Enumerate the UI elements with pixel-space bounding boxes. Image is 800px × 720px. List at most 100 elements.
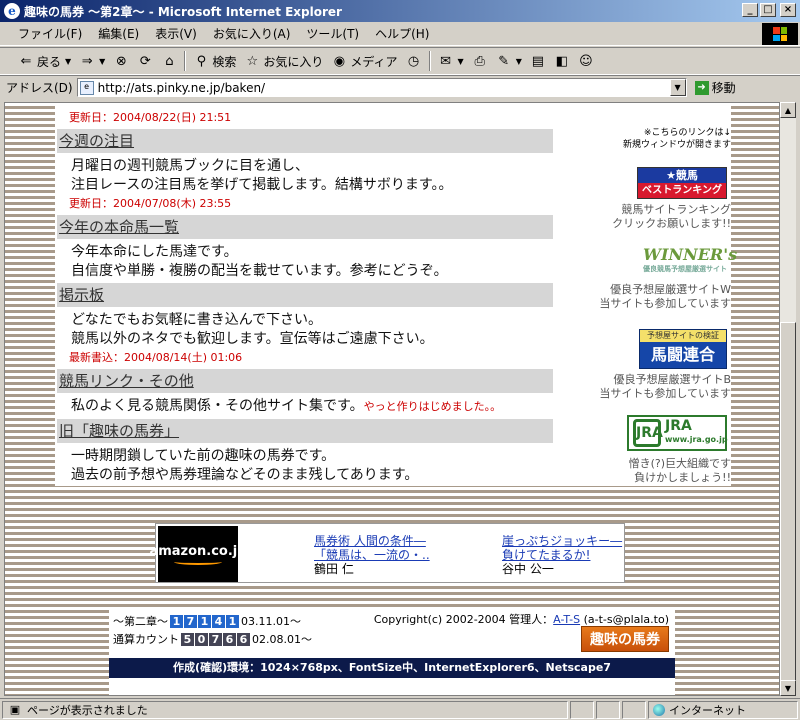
window-title: 趣味の馬券 ～第2章～ - Microsoft Internet Explore… — [24, 4, 342, 19]
print-icon: ⎙ — [474, 53, 485, 69]
print-button[interactable]: ⎙ — [468, 49, 492, 73]
section-bbs-link[interactable]: 掲示板 — [57, 283, 553, 307]
admin-link[interactable]: A-T-S — [553, 613, 580, 626]
favorites-button[interactable]: ☆ お気に入り — [240, 49, 327, 73]
section-text-main: 私のよく見る競馬関係・その他サイト集です。 — [71, 398, 364, 414]
stop-icon: ⊗ — [115, 53, 127, 69]
forward-arrow-icon: ⇒ — [81, 53, 93, 69]
new-window-note: ※こちらのリンクは↓ 新規ウィンドウが開きます — [622, 128, 731, 150]
search-button[interactable]: ⚲ 検索 — [189, 49, 240, 73]
media-button[interactable]: ◉ メディア — [327, 49, 401, 73]
minimize-button[interactable]: _ — [742, 3, 758, 17]
admin-email: (a-t-s@plala.to) — [583, 613, 669, 626]
refresh-button[interactable]: ⟳ — [133, 49, 157, 73]
section-text: 競馬以外のネタでも歓迎します。宣伝等はご遠慮下さい。 — [71, 331, 434, 347]
section-links-link[interactable]: 競馬リンク・その他 — [57, 369, 553, 393]
toolbar: ⇐ 戻る ▼ ⇒ ▼ ⊗ ⟳ ⌂ ⚲ 検索 ☆ お気に入り ◉ メディア ◷ ✉… — [0, 47, 800, 75]
ranking-caption: 競馬サイトランキング クリックお願いします!! — [612, 203, 731, 230]
section-text: どなたでもお気軽に書き込んで下さい。 — [71, 312, 323, 328]
back-dropdown-icon[interactable]: ▼ — [65, 57, 71, 66]
winners-banner[interactable]: WINNER's 優良競馬予想屋厳選サイト — [643, 245, 737, 279]
updated-date: 更新日：2004/07/08(木) 23:55 — [69, 197, 232, 210]
bato-rengo-banner[interactable]: 予想屋サイトの検証 馬闘連合 — [639, 329, 727, 369]
updated-date: 更新日：2004/08/22(日) 21:51 — [69, 111, 232, 124]
book-link[interactable]: 崖っぷちジョッキー― — [502, 534, 622, 548]
back-button[interactable]: ⇐ 戻る ▼ — [14, 49, 75, 73]
window-titlebar: e 趣味の馬券 ～第2章～ - Microsoft Internet Explo… — [0, 0, 800, 22]
history-icon: ◷ — [407, 53, 420, 69]
main-content: 更新日：2004/08/22(日) 21:51 今週の注目 月曜日の週刊競馬ブッ… — [55, 103, 737, 486]
amazon-logo[interactable]: amazon.co.jp — [149, 526, 247, 582]
address-bar: アドレス(D) e http://ats.pinky.ne.jp/baken/ … — [0, 75, 800, 99]
edit-dropdown-icon[interactable]: ▼ — [516, 57, 522, 66]
go-arrow-icon: ➜ — [694, 80, 709, 95]
toolbar-separator — [428, 51, 431, 71]
book-link[interactable]: 馬券術 人間の条件― — [314, 534, 430, 548]
access-counter: 17141 — [170, 614, 239, 628]
copyright: Copyright(c) 2002-2004 管理人：A-T-S (a-t-s@… — [373, 613, 669, 626]
page-viewport: 更新日：2004/08/22(日) 21:51 今週の注目 月曜日の週刊競馬ブッ… — [4, 102, 780, 696]
section-old-site-link[interactable]: 旧「趣味の馬券」 — [57, 419, 553, 443]
total-counter: 50766 — [181, 632, 250, 646]
forward-dropdown-icon[interactable]: ▼ — [99, 57, 105, 66]
section-text: 月曜日の週刊競馬ブックに目を通し、 — [71, 158, 309, 174]
section-favorites-list-link[interactable]: 今年の本命馬一覧 — [57, 215, 553, 239]
messenger-icon: ☺ — [579, 53, 593, 69]
site-logo-banner[interactable]: 趣味の馬券 — [581, 626, 669, 652]
menu-help[interactable]: ヘルプ(H) — [367, 25, 437, 42]
menu-favorites[interactable]: お気に入り(A) — [205, 25, 299, 42]
favorites-icon: ☆ — [246, 53, 259, 69]
winners-caption: 優良予想屋厳選サイトW 当サイトも参加しています — [599, 283, 731, 310]
scroll-down-icon[interactable]: ▼ — [780, 680, 796, 696]
ie-icon: e — [4, 3, 20, 19]
menu-view[interactable]: 表示(V) — [147, 25, 205, 42]
media-label: メディア — [350, 54, 398, 69]
book-link[interactable]: 負けてたまるか! — [502, 548, 622, 562]
section-text: 過去の前予想や馬券理論などそのまま残してあります。 — [71, 467, 419, 483]
book-link[interactable]: 「競馬は、一流の・.. — [314, 548, 430, 562]
amazon-smile-icon — [174, 559, 222, 565]
status-cell — [622, 700, 646, 719]
menu-file[interactable]: ファイル(F) — [10, 25, 90, 42]
scroll-up-icon[interactable]: ▲ — [780, 102, 796, 118]
history-button[interactable]: ◷ — [402, 49, 426, 73]
section-weekly-attention-link[interactable]: 今週の注目 — [57, 129, 553, 153]
section-text: 今年本命にした馬達です。 — [71, 244, 238, 260]
security-zone: インターネット — [648, 700, 798, 719]
page-icon: e — [79, 80, 94, 95]
discuss-button[interactable]: ▤ — [526, 49, 550, 73]
forward-button[interactable]: ⇒ ▼ — [75, 49, 109, 73]
research-button[interactable]: ◧ — [550, 49, 574, 73]
edit-button[interactable]: ✎ ▼ — [492, 49, 526, 73]
page-footer: ～第二章～ 17141 03.11.01～ 通算カウント 50766 02.08… — [109, 608, 675, 695]
home-button[interactable]: ⌂ — [157, 49, 181, 73]
stop-button[interactable]: ⊗ — [109, 49, 133, 73]
status-cell — [570, 700, 594, 719]
mail-dropdown-icon[interactable]: ▼ — [458, 57, 464, 66]
book-author: 谷中 公一 — [502, 562, 554, 576]
messenger-button[interactable]: ☺ — [574, 49, 598, 73]
back-arrow-icon: ⇐ — [20, 53, 32, 69]
address-input[interactable]: e http://ats.pinky.ne.jp/baken/ ▼ — [76, 78, 687, 97]
section-text: 私のよく見る競馬関係・その他サイト集です。やっと作りはじめました。。 — [71, 395, 501, 415]
refresh-icon: ⟳ — [139, 53, 151, 69]
favorites-label: お気に入り — [263, 54, 324, 69]
book-item: 馬券術 人間の条件― 「競馬は、一流の・.. 鶴田 仁 — [314, 534, 430, 576]
jra-logo-icon: JRA — [633, 419, 663, 447]
menu-edit[interactable]: 編集(E) — [90, 25, 147, 42]
jra-banner[interactable]: JRA JRA www.jra.go.jp — [627, 415, 728, 451]
bato-caption: 優良予想屋厳選サイトB 当サイトも参加しています — [599, 373, 731, 400]
amazon-widget: amazon.co.jp 馬券術 人間の条件― 「競馬は、一流の・.. 鶴田 仁… — [149, 523, 625, 583]
scroll-thumb[interactable] — [780, 322, 796, 696]
address-dropdown-icon[interactable]: ▼ — [669, 79, 686, 96]
go-button[interactable]: ➜ 移動 — [694, 79, 736, 96]
keiba-ranking-banner[interactable]: ★競馬 ベストランキング — [637, 167, 727, 199]
mail-button[interactable]: ✉ ▼ — [434, 49, 468, 73]
status-message: ▣ ページが表示されました — [2, 700, 568, 719]
vertical-scrollbar[interactable]: ▲ ▼ — [780, 102, 796, 696]
go-label: 移動 — [711, 81, 736, 95]
close-button[interactable]: × — [780, 3, 796, 17]
menu-tools[interactable]: ツール(T) — [298, 25, 367, 42]
maximize-button[interactable]: □ — [760, 3, 776, 17]
globe-icon — [653, 703, 665, 716]
